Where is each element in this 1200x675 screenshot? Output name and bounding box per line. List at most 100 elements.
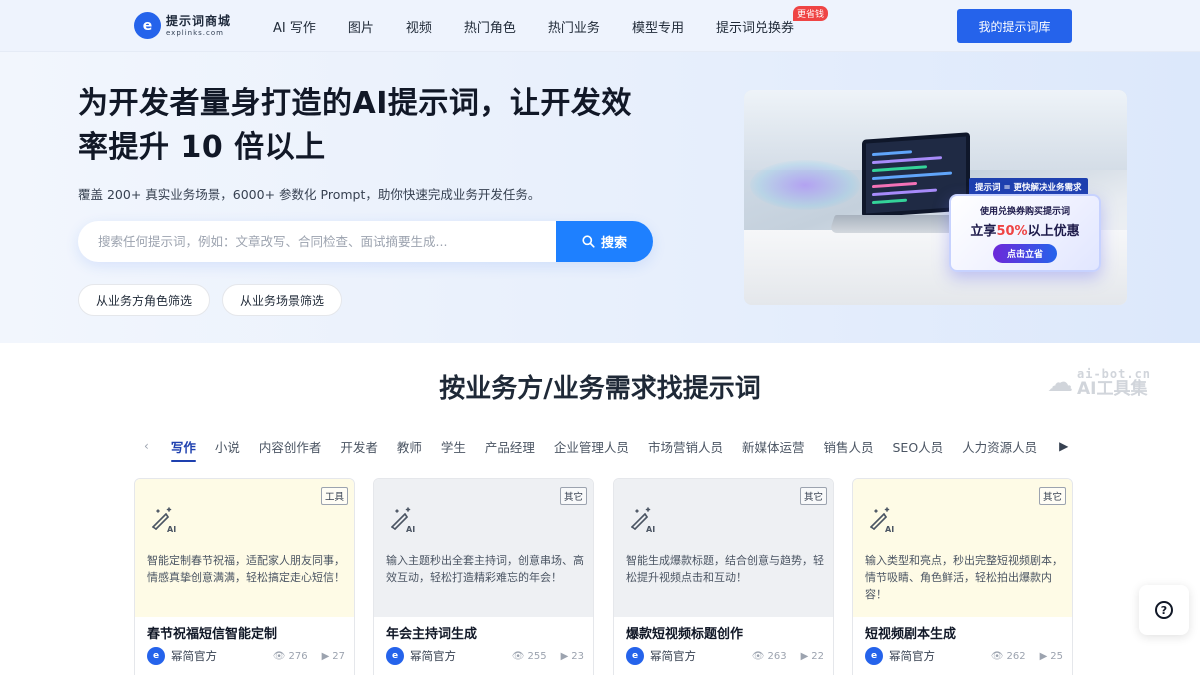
tab-developer[interactable]: 开发者: [340, 437, 378, 456]
tab-novel[interactable]: 小说: [215, 437, 240, 456]
help-button[interactable]: ?: [1139, 585, 1189, 635]
prompt-card[interactable]: 工具 AI 智能定制春节祝福，适配家人朋友同事，情感真挚创意满满，轻松搞定走心短…: [134, 478, 355, 675]
card-plays: ▶ 23: [560, 650, 584, 662]
hero-subtitle: 覆盖 200+ 真实业务场景，6000+ 参数化 Prompt，助你快速完成业务…: [78, 187, 541, 202]
hero-title: 为开发者量身打造的AI提示词，让开发效率提升 10 倍以上: [78, 86, 632, 165]
tab-product-manager[interactable]: 产品经理: [485, 437, 535, 456]
ai-magic-wand-icon: AI: [391, 507, 415, 533]
tab-new-media[interactable]: 新媒体运营: [742, 437, 805, 456]
nav-item-hot-business[interactable]: 热门业务: [548, 17, 600, 36]
tab-hr[interactable]: 人力资源人员: [962, 437, 1037, 456]
prompt-card[interactable]: 其它 AI 输入类型和亮点，秒出完整短视频剧本，情节吸睛、角色鲜活，轻松拍出爆款…: [852, 478, 1073, 675]
tab-student[interactable]: 学生: [441, 437, 466, 456]
card-title: 春节祝福短信智能定制: [147, 627, 278, 642]
eye-icon: 👁: [990, 650, 1004, 662]
banner-hologram-glow: [750, 160, 860, 210]
card-views: 👁 276: [272, 650, 308, 662]
nav-item-images[interactable]: 图片: [348, 17, 374, 36]
nav-badge-save-more: 更省钱: [792, 5, 828, 21]
card-description: 输入类型和亮点，秒出完整短视频剧本，情节吸睛、角色鲜活，轻松拍出爆款内容！: [865, 554, 1063, 601]
banner-offer-line2: 立享50%以上优惠: [970, 224, 1080, 239]
site-logo[interactable]: e 提示词商城 explinks.com: [134, 12, 231, 39]
card-author: 幂简官方: [171, 649, 217, 663]
tab-content-creator[interactable]: 内容创作者: [259, 437, 322, 456]
prompt-card[interactable]: 其它 AI 智能生成爆款标题，结合创意与趋势，轻松提升视频点击和互动！ 爆款短视…: [613, 478, 834, 675]
eye-icon: 👁: [272, 650, 286, 662]
nav-item-ai-writing[interactable]: AI 写作: [273, 17, 316, 36]
main-nav: AI 写作 图片 视频 热门角色 热门业务 模型专用 提示词兑换券 更省钱: [273, 0, 828, 52]
search-button[interactable]: 搜索: [556, 221, 653, 262]
card-cover: 其它 AI 输入主题秒出全套主持词，创意串场、高效互动，轻松打造精彩难忘的年会！: [374, 479, 593, 617]
card-author: 幂简官方: [650, 649, 696, 663]
author-avatar: e: [147, 647, 165, 665]
banner-cta-button[interactable]: 点击立省: [992, 244, 1057, 263]
svg-text:AI: AI: [885, 525, 894, 533]
ai-magic-wand-icon: AI: [152, 507, 176, 533]
tab-writing[interactable]: 写作: [170, 437, 196, 462]
tab-marketing[interactable]: 市场营销人员: [648, 437, 723, 456]
promo-banner[interactable]: 提示词 = 更快解决业务需求 使用兑换券购买提示词 立享50%以上优惠 点击立省: [744, 90, 1127, 305]
card-cover: 工具 AI 智能定制春节祝福，适配家人朋友同事，情感真挚创意满满，轻松搞定走心短…: [135, 479, 354, 617]
card-meta: e 幂简官方 👁 255 ▶ 23: [386, 647, 584, 665]
filter-by-role-button[interactable]: 从业务方角色筛选: [78, 284, 211, 316]
tab-sales[interactable]: 销售人员: [823, 437, 873, 456]
nav-item-videos[interactable]: 视频: [406, 17, 432, 36]
filter-by-scenario-button[interactable]: 从业务场景筛选: [222, 284, 343, 316]
card-author: 幂简官方: [889, 649, 935, 663]
card-title: 短视频剧本生成: [865, 627, 957, 642]
search-bar: 搜索: [78, 221, 653, 262]
cloud-icon: ☁: [1047, 368, 1073, 398]
card-cover: 其它 AI 输入类型和亮点，秒出完整短视频剧本，情节吸睛、角色鲜活，轻松拍出爆款…: [853, 479, 1072, 617]
tab-enterprise-management[interactable]: 企业管理人员: [554, 437, 629, 456]
tabs-next-arrow-icon[interactable]: ▶: [1059, 439, 1068, 453]
logo-name: 提示词商城: [166, 13, 232, 28]
nav-item-hot-roles[interactable]: 热门角色: [464, 17, 516, 36]
card-cover: 其它 AI 智能生成爆款标题，结合创意与趋势，轻松提升视频点击和互动！: [614, 479, 833, 617]
author-avatar: e: [626, 647, 644, 665]
tab-seo[interactable]: SEO人员: [892, 437, 943, 456]
section-title: 按业务方/业务需求找提示词: [439, 374, 761, 404]
banner-offer-line1: 使用兑换券购买提示词: [979, 207, 1070, 217]
tabs-prev-arrow-icon[interactable]: ‹: [144, 439, 149, 453]
play-icon: ▶: [800, 650, 809, 662]
eye-icon: 👁: [511, 650, 525, 662]
card-title: 年会主持词生成: [386, 627, 478, 642]
card-meta: e 幂简官方 👁 262 ▶ 25: [865, 647, 1063, 665]
banner-offer-card: 使用兑换券购买提示词 立享50%以上优惠 点击立省: [949, 194, 1101, 272]
card-meta: e 幂简官方 👁 263 ▶ 22: [626, 647, 824, 665]
watermark-bottom: AI工具集: [1077, 379, 1148, 399]
author-avatar: e: [865, 647, 883, 665]
category-tabs: ‹ 写作 小说 内容创作者 开发者 教师 学生 产品经理 企业管理人员 市场营销…: [144, 436, 1068, 462]
watermark-logo: ☁ ai-bot.cn AI工具集: [1047, 368, 1151, 398]
card-category-tag: 工具: [320, 487, 348, 505]
card-category-tag: 其它: [1038, 487, 1066, 505]
nav-item-coupons-label: 提示词兑换券: [715, 20, 794, 36]
card-title: 爆款短视频标题创作: [626, 627, 744, 642]
logo-domain: explinks.com: [166, 28, 224, 37]
card-description: 智能定制春节祝福，适配家人朋友同事，情感真挚创意满满，轻松搞定走心短信！: [147, 554, 345, 584]
card-plays: ▶ 22: [800, 650, 824, 662]
card-views: 👁 255: [511, 650, 547, 662]
nav-item-model-specific[interactable]: 模型专用: [632, 17, 684, 36]
card-views: 👁 262: [990, 650, 1026, 662]
my-prompt-library-button[interactable]: 我的提示词库: [957, 9, 1072, 43]
top-header: e 提示词商城 explinks.com AI 写作 图片 视频 热门角色 热门…: [0, 0, 1200, 52]
search-button-label: 搜索: [600, 236, 627, 251]
nav-item-coupons[interactable]: 提示词兑换券 更省钱: [715, 5, 828, 36]
play-icon: ▶: [321, 650, 330, 662]
card-views: 👁 263: [751, 650, 787, 662]
play-icon: ▶: [560, 650, 569, 662]
card-plays: ▶ 27: [321, 650, 345, 662]
author-avatar: e: [386, 647, 404, 665]
eye-icon: 👁: [751, 650, 765, 662]
ai-magic-wand-icon: AI: [631, 507, 655, 533]
card-category-tag: 其它: [799, 487, 827, 505]
ai-magic-wand-icon: AI: [870, 507, 894, 533]
search-input[interactable]: [78, 221, 556, 262]
hero-section: 为开发者量身打造的AI提示词，让开发效率提升 10 倍以上 覆盖 200+ 真实…: [0, 52, 1200, 343]
prompt-card[interactable]: 其它 AI 输入主题秒出全套主持词，创意串场、高效互动，轻松打造精彩难忘的年会！…: [373, 478, 594, 675]
card-description: 智能生成爆款标题，结合创意与趋势，轻松提升视频点击和互动！: [626, 554, 824, 584]
card-author: 幂简官方: [410, 649, 456, 663]
card-plays: ▶ 25: [1039, 650, 1063, 662]
tab-teacher[interactable]: 教师: [397, 437, 422, 456]
